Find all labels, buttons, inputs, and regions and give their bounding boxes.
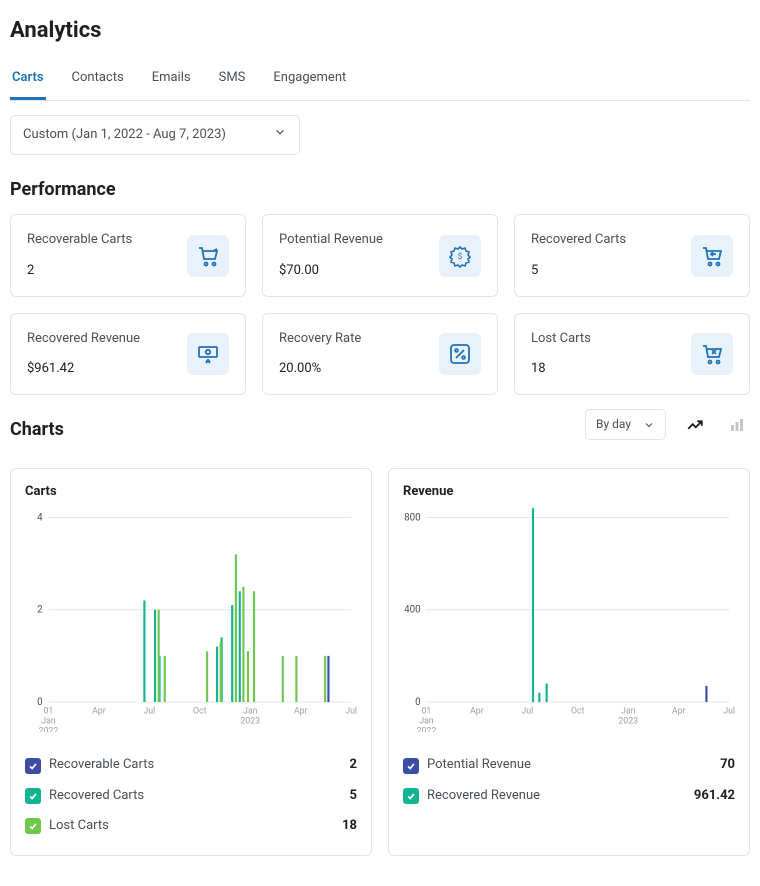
svg-text:Jul: Jul bbox=[345, 707, 357, 717]
cash-back-icon bbox=[187, 333, 229, 375]
cart-icon bbox=[187, 235, 229, 277]
legend-label: Lost Carts bbox=[49, 817, 109, 835]
badge-dollar-icon: $ bbox=[439, 235, 481, 277]
svg-text:4: 4 bbox=[37, 513, 43, 524]
svg-text:800: 800 bbox=[404, 513, 420, 524]
kpi-value: 18 bbox=[531, 360, 591, 378]
legend-value: 2 bbox=[350, 756, 357, 774]
svg-text:0: 0 bbox=[37, 697, 42, 708]
legend-checkbox[interactable] bbox=[25, 788, 41, 804]
svg-text:0: 0 bbox=[415, 697, 420, 708]
legend-checkbox[interactable] bbox=[403, 788, 419, 804]
line-view-button[interactable] bbox=[682, 412, 708, 438]
legend-value: 70 bbox=[720, 756, 735, 774]
legend-row: Recovered Carts 5 bbox=[25, 781, 357, 811]
svg-text:Jan: Jan bbox=[419, 717, 434, 727]
granularity-select[interactable]: By day bbox=[585, 409, 666, 440]
legend-label: Potential Revenue bbox=[427, 756, 531, 774]
svg-text:2023: 2023 bbox=[240, 717, 260, 727]
svg-text:Oct: Oct bbox=[571, 707, 585, 717]
svg-text:Apr: Apr bbox=[470, 707, 484, 717]
legend-checkbox[interactable] bbox=[25, 758, 41, 774]
svg-text:Jan: Jan bbox=[41, 717, 56, 727]
bar-view-button[interactable] bbox=[724, 412, 750, 438]
revenue-chart-panel: Revenue 040080001Jan2022AprJulOctJan2023… bbox=[388, 468, 750, 856]
date-range-label: Custom (Jan 1, 2022 - Aug 7, 2023) bbox=[23, 126, 226, 144]
cart-x-icon bbox=[691, 333, 733, 375]
kpi-value: 2 bbox=[27, 262, 132, 280]
kpi-card: Recovered Revenue $961.42 bbox=[10, 313, 246, 395]
svg-text:Jul: Jul bbox=[723, 707, 735, 717]
carts-chart: 02401Jan2022AprJulOctJan2023AprJul bbox=[25, 507, 357, 732]
carts-chart-panel: Carts 02401Jan2022AprJulOctJan2023AprJul… bbox=[10, 468, 372, 856]
svg-text:Jul: Jul bbox=[143, 707, 155, 717]
carts-legend: Recoverable Carts 2 Recovered Carts 5 Lost C… bbox=[25, 750, 357, 841]
svg-text:Jul: Jul bbox=[521, 707, 533, 717]
legend-checkbox[interactable] bbox=[25, 818, 41, 834]
kpi-label: Lost Carts bbox=[531, 330, 591, 348]
legend-checkbox[interactable] bbox=[403, 758, 419, 774]
svg-text:Jan: Jan bbox=[243, 707, 258, 717]
chart-controls: By day bbox=[585, 409, 750, 440]
granularity-label: By day bbox=[596, 416, 631, 433]
performance-heading: Performance bbox=[10, 177, 750, 202]
kpi-label: Potential Revenue bbox=[279, 231, 383, 249]
legend-row: Potential Revenue 70 bbox=[403, 750, 735, 780]
kpi-card: Potential Revenue $70.00 $ bbox=[262, 214, 498, 296]
legend-row: Recovered Revenue 961.42 bbox=[403, 781, 735, 811]
tab-engagement[interactable]: Engagement bbox=[271, 61, 348, 100]
kpi-card: Recovered Carts 5 bbox=[514, 214, 750, 296]
kpi-label: Recoverable Carts bbox=[27, 231, 132, 249]
legend-value: 18 bbox=[342, 817, 357, 835]
kpi-card: Recoverable Carts 2 bbox=[10, 214, 246, 296]
legend-value: 5 bbox=[350, 787, 357, 805]
svg-text:01: 01 bbox=[422, 707, 432, 717]
page-title: Analytics bbox=[10, 16, 750, 47]
svg-text:$: $ bbox=[458, 252, 463, 261]
charts-heading: Charts bbox=[10, 417, 64, 442]
kpi-label: Recovery Rate bbox=[279, 330, 361, 348]
svg-text:2022: 2022 bbox=[39, 727, 59, 733]
kpi-label: Recovered Revenue bbox=[27, 330, 140, 348]
svg-text:Apr: Apr bbox=[294, 707, 308, 717]
svg-text:2023: 2023 bbox=[618, 717, 638, 727]
chevron-down-icon bbox=[273, 125, 287, 145]
revenue-legend: Potential Revenue 70 Recovered Revenue 961.… bbox=[403, 750, 735, 810]
svg-text:01: 01 bbox=[44, 707, 54, 717]
date-range-select[interactable]: Custom (Jan 1, 2022 - Aug 7, 2023) bbox=[10, 115, 300, 155]
legend-row: Lost Carts 18 bbox=[25, 811, 357, 841]
percent-icon bbox=[439, 333, 481, 375]
tab-emails[interactable]: Emails bbox=[150, 61, 193, 100]
svg-text:Apr: Apr bbox=[672, 707, 686, 717]
svg-text:Oct: Oct bbox=[193, 707, 207, 717]
kpi-value: 20.00% bbox=[279, 360, 361, 378]
svg-text:2: 2 bbox=[37, 605, 43, 616]
tab-sms[interactable]: SMS bbox=[217, 61, 248, 100]
legend-value: 961.42 bbox=[694, 787, 735, 805]
legend-row: Recoverable Carts 2 bbox=[25, 750, 357, 780]
svg-text:400: 400 bbox=[404, 605, 420, 616]
svg-text:Apr: Apr bbox=[92, 707, 106, 717]
kpi-card: Lost Carts 18 bbox=[514, 313, 750, 395]
tab-carts[interactable]: Carts bbox=[10, 61, 46, 100]
revenue-chart-title: Revenue bbox=[403, 483, 735, 501]
legend-label: Recovered Carts bbox=[49, 787, 144, 805]
tab-contacts[interactable]: Contacts bbox=[70, 61, 126, 100]
legend-label: Recoverable Carts bbox=[49, 756, 154, 774]
kpi-grid: Recoverable Carts 2 Potential Revenue $70.0… bbox=[10, 214, 750, 395]
carts-chart-title: Carts bbox=[25, 483, 357, 501]
kpi-value: $961.42 bbox=[27, 360, 140, 378]
kpi-label: Recovered Carts bbox=[531, 231, 626, 249]
tabs: Carts Contacts Emails SMS Engagement bbox=[10, 61, 750, 101]
svg-text:2022: 2022 bbox=[417, 727, 437, 733]
kpi-value: 5 bbox=[531, 262, 626, 280]
kpi-card: Recovery Rate 20.00% bbox=[262, 313, 498, 395]
revenue-chart: 040080001Jan2022AprJulOctJan2023AprJul bbox=[403, 507, 735, 732]
legend-label: Recovered Revenue bbox=[427, 787, 540, 805]
svg-text:Jan: Jan bbox=[621, 707, 636, 717]
cart-back-icon bbox=[691, 235, 733, 277]
kpi-value: $70.00 bbox=[279, 262, 383, 280]
